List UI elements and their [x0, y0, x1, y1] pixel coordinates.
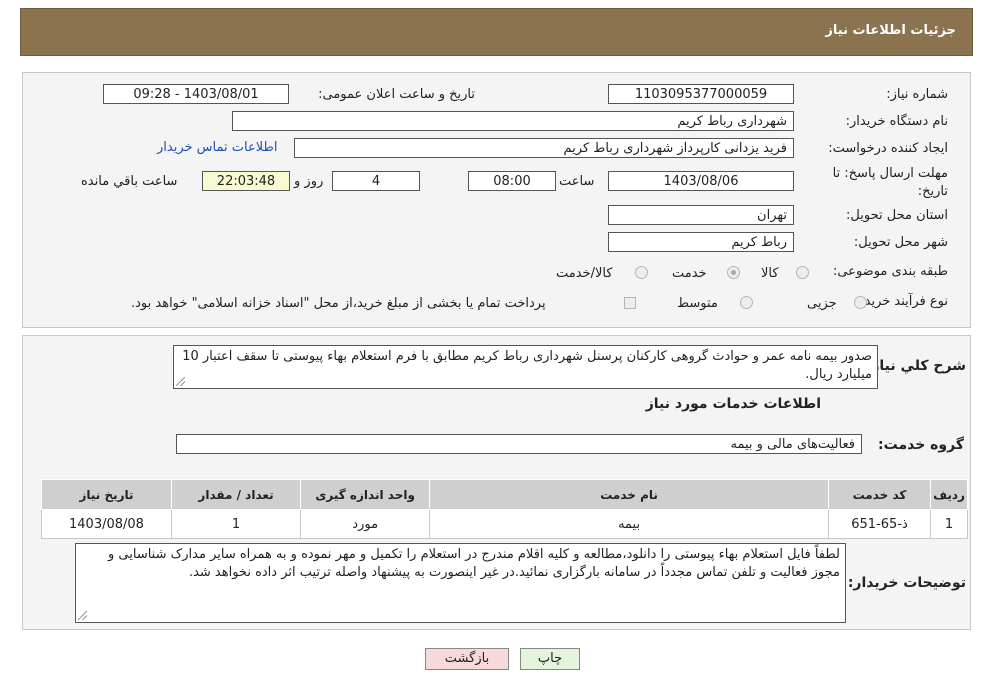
category-option-goods: کالا: [761, 266, 779, 281]
resize-grip-icon[interactable]: [78, 611, 87, 620]
summary-textarea[interactable]: صدور بیمه نامه عمر و حوادث گروهی کارکنان…: [173, 345, 878, 389]
category-radio-goods[interactable]: [796, 266, 809, 279]
days-label: روز و: [294, 174, 324, 189]
deadline-time-field: 08:00: [468, 171, 556, 191]
province-field: تهران: [608, 205, 794, 225]
page-title: جزئیات اطلاعات نیاز: [825, 23, 956, 38]
treasury-payment-checkbox[interactable]: [624, 297, 636, 309]
need-number-label: شماره نیاز:: [886, 87, 948, 102]
deadline-label: مهلت ارسال پاسخ: تا تاریخ:: [832, 166, 948, 199]
requester-label: ایجاد کننده درخواست:: [828, 141, 948, 156]
buyer-notes-textarea[interactable]: لطفاً فایل استعلام بهاء پیوستی را دانلود…: [75, 543, 846, 623]
requester-field: فرید یزدانی کارپرداز شهرداری رباط کریم: [294, 138, 794, 158]
process-option-minor: جزیی: [807, 296, 837, 311]
city-label: شهر محل تحویل:: [853, 235, 948, 250]
category-option-service: خدمت: [672, 266, 707, 281]
cell-need-date: 1403/08/08: [41, 509, 172, 539]
cell-service-name: بیمه: [429, 509, 829, 539]
services-heading: اطلاعات خدمات مورد نیاز: [645, 396, 821, 412]
buyer-name-field: شهرداری رباط کریم: [232, 111, 794, 131]
service-group-label: گروه خدمت:: [878, 437, 964, 453]
buyer-contact-link[interactable]: اطلاعات تماس خریدار: [157, 140, 277, 155]
col-service-code: کد خدمت: [827, 479, 932, 510]
process-radio-minor[interactable]: [854, 296, 867, 309]
back-button[interactable]: بازگشت: [425, 648, 509, 670]
announce-datetime-field: 1403/08/01 - 09:28: [103, 84, 289, 104]
province-label: استان محل تحویل:: [846, 208, 948, 223]
process-label: نوع فرآیند خرید :: [856, 294, 948, 309]
table-row: 1 ذ-65-651 بیمه مورد 1 1403/08/08: [41, 509, 968, 539]
deadline-date-field: 1403/08/06: [608, 171, 794, 191]
services-table-header: ردیف کد خدمت نام خدمت واحد اندازه گیری ت…: [41, 479, 968, 510]
city-field: رباط کریم: [608, 232, 794, 252]
process-radio-medium[interactable]: [740, 296, 753, 309]
category-label: طبقه بندی موضوعی:: [832, 264, 948, 279]
col-service-name: نام خدمت: [429, 479, 829, 510]
cell-service-code: ذ-65-651: [827, 509, 932, 539]
category-radio-goods-service[interactable]: [635, 266, 648, 279]
col-unit: واحد اندازه گیری: [300, 479, 431, 510]
services-table: ردیف کد خدمت نام خدمت واحد اندازه گیری ت…: [41, 479, 968, 539]
need-info-panel: شماره نیاز: 1103095377000059 تاریخ و ساع…: [22, 72, 971, 328]
summary-text: صدور بیمه نامه عمر و حوادث گروهی کارکنان…: [182, 349, 872, 382]
cell-row-number: 1: [930, 509, 968, 539]
summary-label: شرح کلي نياز:: [865, 358, 966, 374]
col-row-number: ردیف: [930, 479, 968, 510]
print-button[interactable]: چاپ: [520, 648, 580, 670]
need-details-panel: شرح کلي نياز: صدور بیمه نامه عمر و حوادث…: [22, 335, 971, 630]
page-header: جزئیات اطلاعات نیاز: [20, 8, 973, 56]
buyer-name-label: نام دستگاه خریدار:: [845, 114, 948, 129]
remaining-time-field: 22:03:48: [202, 171, 290, 191]
buyer-notes-text: لطفاً فایل استعلام بهاء پیوستی را دانلود…: [108, 547, 840, 580]
need-number-field: 1103095377000059: [608, 84, 794, 104]
process-option-medium: متوسط: [677, 296, 718, 311]
service-group-field: فعالیت‌های مالی و بیمه: [176, 434, 862, 454]
days-remaining-field: 4: [332, 171, 420, 191]
category-radio-service[interactable]: [727, 266, 740, 279]
remaining-label: ساعت باقي مانده: [81, 174, 178, 189]
buyer-notes-label: توضیحات خریدار:: [847, 575, 966, 591]
cell-quantity: 1: [170, 509, 302, 539]
col-quantity: تعداد / مقدار: [170, 479, 302, 510]
category-option-goods-service: کالا/خدمت: [556, 266, 613, 281]
treasury-payment-note: پرداخت تمام یا بخشی از مبلغ خرید،از محل …: [131, 296, 546, 311]
col-need-date: تاریخ نیاز: [41, 479, 172, 510]
announce-label: تاریخ و ساعت اعلان عمومی:: [318, 87, 475, 102]
deadline-time-label: ساعت: [559, 174, 595, 189]
resize-grip-icon[interactable]: [176, 377, 185, 386]
cell-unit: مورد: [300, 509, 431, 539]
